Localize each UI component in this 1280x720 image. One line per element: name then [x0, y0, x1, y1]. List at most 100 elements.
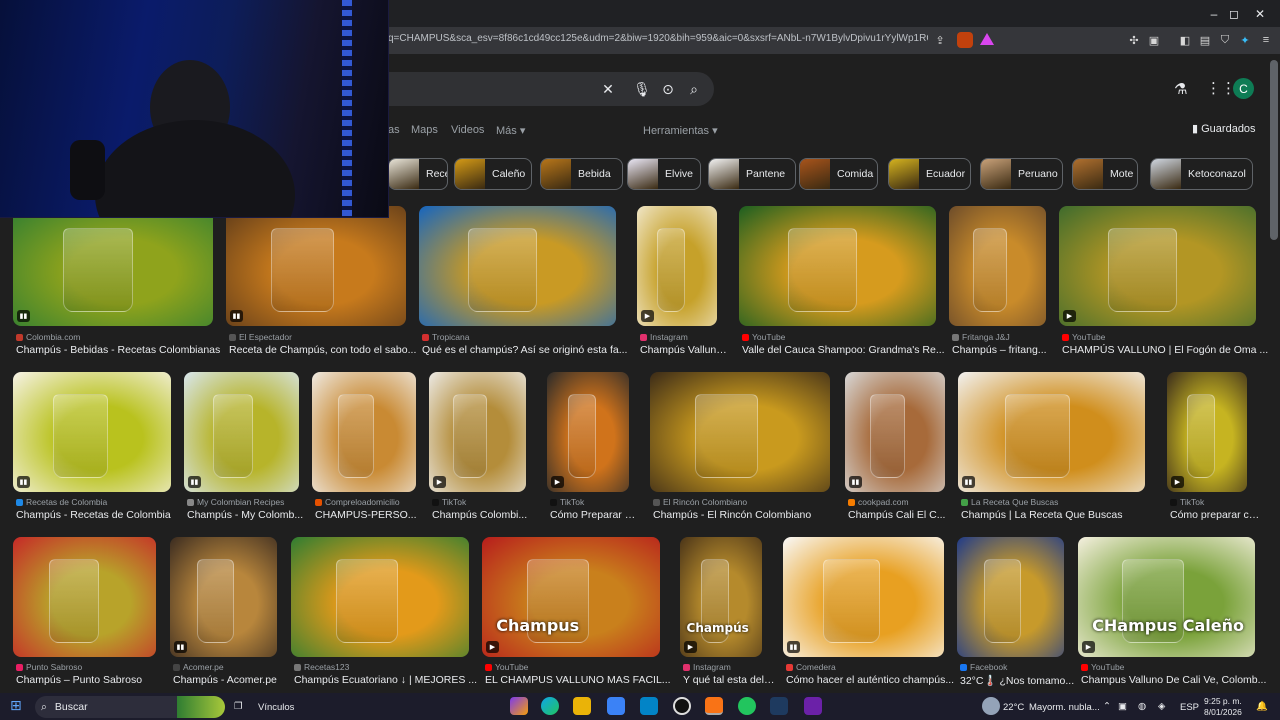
result-source[interactable]: Recetas123 [294, 662, 468, 672]
result-title[interactable]: Y qué tal esta delic... [683, 674, 775, 686]
result-thumbnail[interactable]: ▮▮ [958, 372, 1145, 492]
result-thumbnail[interactable]: ▶ [1059, 206, 1256, 326]
result-source[interactable]: Fritanga J&J [952, 332, 1045, 342]
tab-images-partial[interactable]: as [388, 124, 400, 136]
result-title[interactable]: Champús - Recetas de Colombia [16, 509, 184, 521]
result-title[interactable]: Champús Ecuatoriano ↓ | MEJORES ... [294, 674, 482, 686]
tab-more[interactable]: Más ▾ [496, 124, 525, 137]
search-icon[interactable]: ⌕ [684, 79, 704, 99]
labs-icon[interactable]: ⚗ [1174, 80, 1187, 98]
result-title[interactable]: CHAMPÚS VALLUNO | El Fogón de Oma ... [1062, 344, 1269, 356]
result-thumbnail[interactable] [419, 206, 616, 326]
result-thumbnail[interactable]: ▮▮ [184, 372, 299, 492]
result-title[interactable]: Champús | La Receta Que Buscas [961, 509, 1158, 521]
url-field[interactable]: q=CHAMPUS&sca_esv=8f86c1cd49cc125e&udm=2… [388, 33, 928, 49]
result-thumbnail[interactable] [650, 372, 830, 492]
tray-chevron-icon[interactable]: ⌃ [1103, 701, 1111, 712]
result-thumbnail[interactable]: ▮▮ [170, 537, 277, 657]
result-title[interactable]: CHAMPUS-PERSO... [315, 509, 429, 521]
clock-time[interactable]: 9:25 p. m. [1204, 696, 1242, 706]
saved-link[interactable]: ▮ Guardados [1192, 122, 1256, 135]
vpn-icon[interactable]: ⛉ [1216, 31, 1234, 49]
result-title[interactable]: Qué es el champús? Así se originó esta f… [422, 344, 629, 356]
result-source[interactable]: cookpad.com [848, 497, 944, 507]
result-source[interactable]: Acomer.pe [173, 662, 276, 672]
result-source[interactable]: Recetas de Colombia [16, 497, 170, 507]
edge-icon[interactable] [541, 697, 559, 715]
result-source[interactable]: YouTube [742, 332, 935, 342]
result-source[interactable]: YouTube [1062, 332, 1255, 342]
result-title[interactable]: Champús Cali El C... [848, 509, 958, 521]
result-thumbnail[interactable]: ▮▮ [13, 372, 171, 492]
copilot-icon[interactable] [510, 697, 528, 715]
rewards-icon[interactable] [980, 33, 994, 45]
result-thumbnail[interactable]: ▮▮ [226, 206, 406, 326]
result-thumbnail[interactable]: ▶ [1167, 372, 1247, 492]
clear-search-icon[interactable]: ✕ [598, 79, 618, 99]
language-indicator[interactable]: ESP [1180, 702, 1199, 713]
result-source[interactable]: Tropicana [422, 332, 615, 342]
result-title[interactable]: Champús Valluno ... [640, 344, 730, 356]
result-thumbnail[interactable] [291, 537, 469, 657]
mail-icon[interactable] [640, 697, 658, 715]
result-title[interactable]: Champús – Punto Sabroso [16, 674, 169, 686]
result-source[interactable]: YouTube [1081, 662, 1254, 672]
result-title[interactable]: Champús - My Colomb... [187, 509, 312, 521]
filter-chip-5[interactable]: Comida [799, 158, 878, 190]
filter-chip-1[interactable]: Caleño [454, 158, 532, 190]
spotify-icon[interactable] [738, 697, 756, 715]
tray-app-icon-3[interactable]: ◈ [1158, 701, 1165, 712]
result-title[interactable]: Champús – fritang... [952, 344, 1059, 356]
notification-bell-icon[interactable]: 🔔 [1256, 701, 1268, 712]
result-thumbnail[interactable]: ▮▮ [783, 537, 944, 657]
filter-chip-4[interactable]: Pantene [708, 158, 796, 190]
result-title[interactable]: Champús - Bebidas - Recetas Colombianas [16, 344, 226, 356]
result-source[interactable]: TikTok [432, 497, 525, 507]
media-app-icon[interactable] [804, 697, 822, 715]
close-window-button[interactable]: ✕ [1240, 0, 1280, 27]
result-source[interactable]: Punto Sabroso [16, 662, 155, 672]
task-view-icon[interactable]: ❐ [234, 701, 243, 712]
brave-shield-icon[interactable] [957, 32, 973, 48]
weather-temp[interactable]: 22°C [1003, 702, 1024, 713]
tools-button[interactable]: Herramientas ▾ [643, 124, 718, 137]
result-title[interactable]: Cómo hacer el auténtico champús... [786, 674, 957, 686]
result-title[interactable]: Champús - El Rincón Colombiano [653, 509, 843, 521]
sidebar-icon[interactable]: ◧ [1176, 31, 1194, 49]
result-thumbnail[interactable]: Champús ▶ [680, 537, 762, 657]
result-title[interactable]: 32°C🌡️ ¿Nos tomamo... [960, 674, 1077, 687]
result-thumbnail[interactable] [739, 206, 936, 326]
result-source[interactable]: TikTok [1170, 497, 1246, 507]
result-source[interactable]: TikTok [550, 497, 628, 507]
result-source[interactable]: Facebook [960, 662, 1063, 672]
share-icon[interactable]: ⇪ [931, 31, 949, 49]
result-thumbnail[interactable]: Champus ▶ [482, 537, 660, 657]
tab-maps[interactable]: Maps [411, 124, 438, 136]
result-title[interactable]: Champús Colombi... [432, 509, 539, 521]
result-title[interactable]: Receta de Champús, con todo el sabo... [229, 344, 419, 356]
account-avatar[interactable]: C [1233, 78, 1254, 99]
result-source[interactable]: Comedera [786, 662, 943, 672]
windows-start-icon[interactable]: ⊞ [10, 697, 22, 714]
tray-app-icon-1[interactable]: ▣ [1118, 701, 1127, 712]
result-source[interactable]: El Espectador [229, 332, 405, 342]
result-thumbnail[interactable]: ▮▮ [13, 206, 213, 326]
result-source[interactable]: My Colombian Recipes [187, 497, 298, 507]
menu-icon[interactable]: ≡ [1257, 31, 1275, 49]
result-thumbnail[interactable]: ▮▮ [845, 372, 945, 492]
apps-grid-icon[interactable]: ⋮⋮ [1206, 79, 1236, 97]
filter-chip-7[interactable]: Peruano [980, 158, 1063, 190]
result-source[interactable]: Compreloadomicilio [315, 497, 415, 507]
result-thumbnail[interactable]: ▶ [637, 206, 717, 326]
result-thumbnail[interactable]: ▶ [547, 372, 629, 492]
result-title[interactable]: Valle del Cauca Shampoo: Grandma's Re... [742, 344, 949, 356]
result-thumbnail[interactable]: ▶ [429, 372, 526, 492]
result-thumbnail[interactable] [949, 206, 1046, 326]
screenshot-icon[interactable]: ▣ [1145, 31, 1163, 49]
lens-search-icon[interactable]: ⊙ [658, 79, 678, 99]
obs-icon[interactable] [673, 697, 691, 715]
filter-chip-0[interactable]: Receta [388, 158, 448, 190]
result-thumbnail[interactable]: CHampus Caleño ▶ [1078, 537, 1255, 657]
result-thumbnail[interactable] [957, 537, 1064, 657]
filter-chip-6[interactable]: Ecuador [888, 158, 971, 190]
